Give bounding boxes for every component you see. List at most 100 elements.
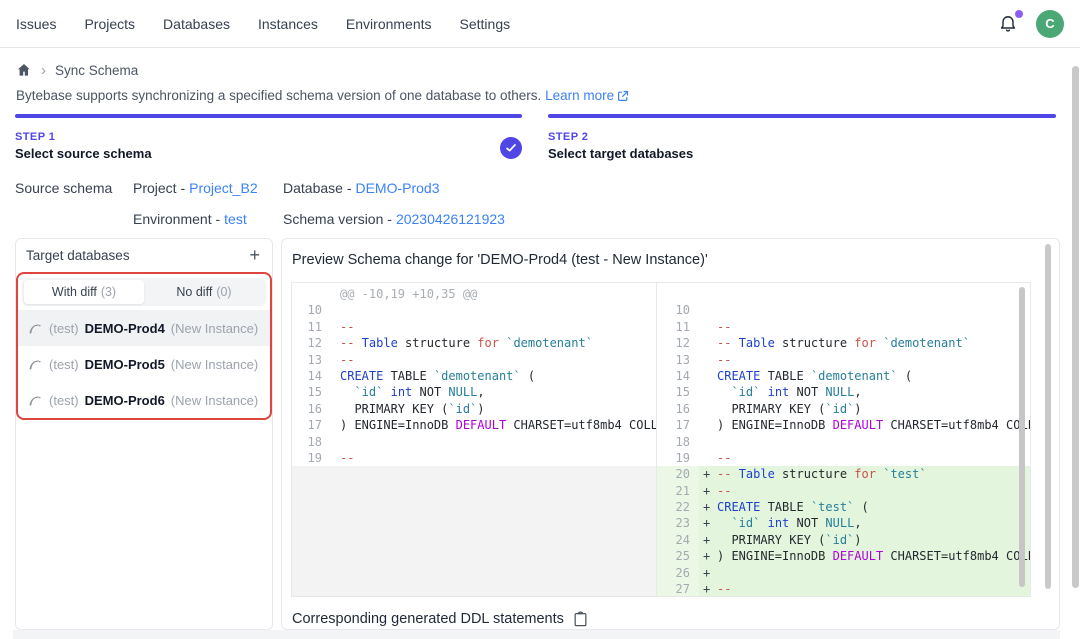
diff-line: 13--: [657, 352, 1030, 368]
tab-with-diff-count: (3): [101, 285, 116, 299]
source-schema-summary: Source schema Project -Project_B2 Databa…: [15, 178, 505, 227]
diff-line: 26+: [657, 565, 1030, 581]
diff-line: 19--: [657, 450, 1030, 466]
diff-line: 25+) ENGINE=InnoDB DEFAULT CHARSET=utf8m…: [657, 548, 1030, 564]
main-nav: Issues Projects Databases Instances Environm…: [16, 16, 510, 32]
diff-line: 10: [657, 302, 1030, 318]
target-name: DEMO-Prod4: [85, 321, 165, 336]
highlight-red-box: With diff (3) No diff (0) (test) DEMO-Pr…: [16, 272, 272, 420]
diff-line: 14CREATE TABLE `demotenant` (: [657, 368, 1030, 384]
diff-line: 10: [292, 302, 656, 318]
sync-schema-page: Issues Projects Databases Instances Environm…: [0, 0, 1080, 639]
diff-line: 18: [292, 434, 656, 450]
external-link-icon: [617, 90, 629, 102]
tab-no-diff-count: (0): [216, 285, 231, 299]
step-1-title: Select source schema: [15, 146, 152, 161]
diff-line: 13--: [292, 352, 656, 368]
target-suffix: (New Instance): [171, 357, 258, 372]
top-navbar: Issues Projects Databases Instances Environm…: [0, 0, 1080, 48]
editor-scrollbar[interactable]: [1019, 287, 1025, 587]
target-name: DEMO-Prod5: [85, 357, 165, 372]
breadcrumb: › Sync Schema: [16, 62, 138, 78]
diff-editor[interactable]: @@ -10,19 +10,35 @@1011--12-- Table stru…: [291, 282, 1031, 597]
target-name: DEMO-Prod6: [85, 393, 165, 408]
target-suffix: (New Instance): [171, 393, 258, 408]
diff-line: 17) ENGINE=InnoDB DEFAULT CHARSET=utf8mb…: [657, 417, 1030, 433]
diff-line: 12-- Table structure for `demotenant`: [292, 335, 656, 351]
target-env: (test): [49, 321, 79, 336]
step-2[interactable]: STEP 2 Select target databases: [548, 114, 1056, 161]
diff-line: 20+-- Table structure for `test`: [657, 466, 1030, 482]
field-schema-version: Schema version -20230426121923: [283, 211, 505, 227]
add-target-database-button[interactable]: +: [247, 246, 262, 264]
field-project: Project -Project_B2: [133, 180, 283, 196]
chevron-right-icon: ›: [41, 63, 46, 78]
schema-version-link[interactable]: 20230426121923: [396, 211, 505, 227]
page-bottom-strip: [13, 630, 1060, 639]
tab-with-diff[interactable]: With diff (3): [24, 280, 144, 304]
field-database: Database -DEMO-Prod3: [283, 180, 505, 196]
notification-dot: [1015, 10, 1023, 18]
ddl-statements-title: Corresponding generated DDL statements: [292, 611, 564, 627]
nav-item-databases[interactable]: Databases: [163, 16, 230, 32]
tab-no-diff-label: No diff: [176, 285, 212, 299]
home-icon[interactable]: [16, 62, 32, 78]
source-schema-label: Source schema: [15, 178, 133, 227]
nav-item-environments[interactable]: Environments: [346, 16, 432, 32]
diff-line: 11--: [292, 319, 656, 335]
target-database-item[interactable]: (test) DEMO-Prod6 (New Instance): [18, 382, 270, 418]
diff-line: 16 PRIMARY KEY (`id`): [657, 401, 1030, 417]
diff-line: 15 `id` int NOT NULL,: [292, 384, 656, 400]
target-env: (test): [49, 393, 79, 408]
step-1[interactable]: STEP 1 Select source schema: [15, 114, 522, 161]
nav-item-issues[interactable]: Issues: [16, 16, 56, 32]
diff-line: 17) ENGINE=InnoDB DEFAULT CHARSET=utf8mb…: [292, 417, 656, 433]
step-complete-check-icon: [500, 137, 522, 159]
step-1-label: STEP 1: [15, 131, 152, 143]
nav-item-projects[interactable]: Projects: [84, 16, 135, 32]
learn-more-link[interactable]: Learn more: [545, 88, 614, 103]
environment-link[interactable]: test: [224, 211, 247, 227]
tab-no-diff[interactable]: No diff (0): [144, 280, 264, 304]
diff-line: 16 PRIMARY KEY (`id`): [292, 401, 656, 417]
nav-item-instances[interactable]: Instances: [258, 16, 318, 32]
database-link[interactable]: DEMO-Prod3: [355, 180, 439, 196]
project-link[interactable]: Project_B2: [189, 180, 257, 196]
preview-title: Preview Schema change for 'DEMO-Prod4 (t…: [292, 252, 708, 268]
panel-scrollbar[interactable]: [1045, 244, 1051, 589]
mysql-icon: [28, 393, 43, 408]
page-scrollbar[interactable]: [1072, 66, 1079, 588]
diff-line: 23+ `id` int NOT NULL,: [657, 515, 1030, 531]
diff-line: 14CREATE TABLE `demotenant` (: [292, 368, 656, 384]
diff-line: 12-- Table structure for `demotenant`: [657, 335, 1030, 351]
copy-icon[interactable]: [573, 611, 588, 627]
diff-line: 22+CREATE TABLE `test` (: [657, 499, 1030, 515]
mysql-icon: [28, 321, 43, 336]
target-suffix: (New Instance): [171, 321, 258, 336]
intro-sentence: Bytebase supports synchronizing a specif…: [16, 88, 541, 103]
target-databases-panel: Target databases + With diff (3) No diff…: [15, 238, 273, 630]
field-schema-version-label: Schema version -: [283, 211, 392, 227]
diff-line: 21+--: [657, 483, 1030, 499]
field-database-label: Database -: [283, 180, 351, 196]
intro-text: Bytebase supports synchronizing a specif…: [16, 88, 629, 103]
diff-line: 27+--: [657, 581, 1030, 596]
diff-tabs: With diff (3) No diff (0): [22, 278, 266, 306]
nav-item-settings[interactable]: Settings: [460, 16, 511, 32]
schema-preview-panel: Preview Schema change for 'DEMO-Prod4 (t…: [281, 238, 1060, 630]
target-databases-title: Target databases: [26, 248, 130, 263]
diff-line: 19--: [292, 450, 656, 466]
field-environment: Environment -test: [133, 211, 283, 227]
target-database-item[interactable]: (test) DEMO-Prod5 (New Instance): [18, 346, 270, 382]
mysql-icon: [28, 357, 43, 372]
diff-pane-original: @@ -10,19 +10,35 @@1011--12-- Table stru…: [292, 283, 657, 596]
notifications-button[interactable]: [998, 13, 1020, 35]
tab-with-diff-label: With diff: [52, 285, 97, 299]
diff-line: 18: [657, 434, 1030, 450]
nav-right-group: C: [998, 10, 1064, 38]
avatar[interactable]: C: [1036, 10, 1064, 38]
target-database-item[interactable]: (test) DEMO-Prod4 (New Instance): [18, 310, 270, 346]
target-database-list: (test) DEMO-Prod4 (New Instance) (test) …: [18, 310, 270, 418]
step-2-label: STEP 2: [548, 131, 693, 143]
diff-empty-filler: [292, 466, 656, 596]
